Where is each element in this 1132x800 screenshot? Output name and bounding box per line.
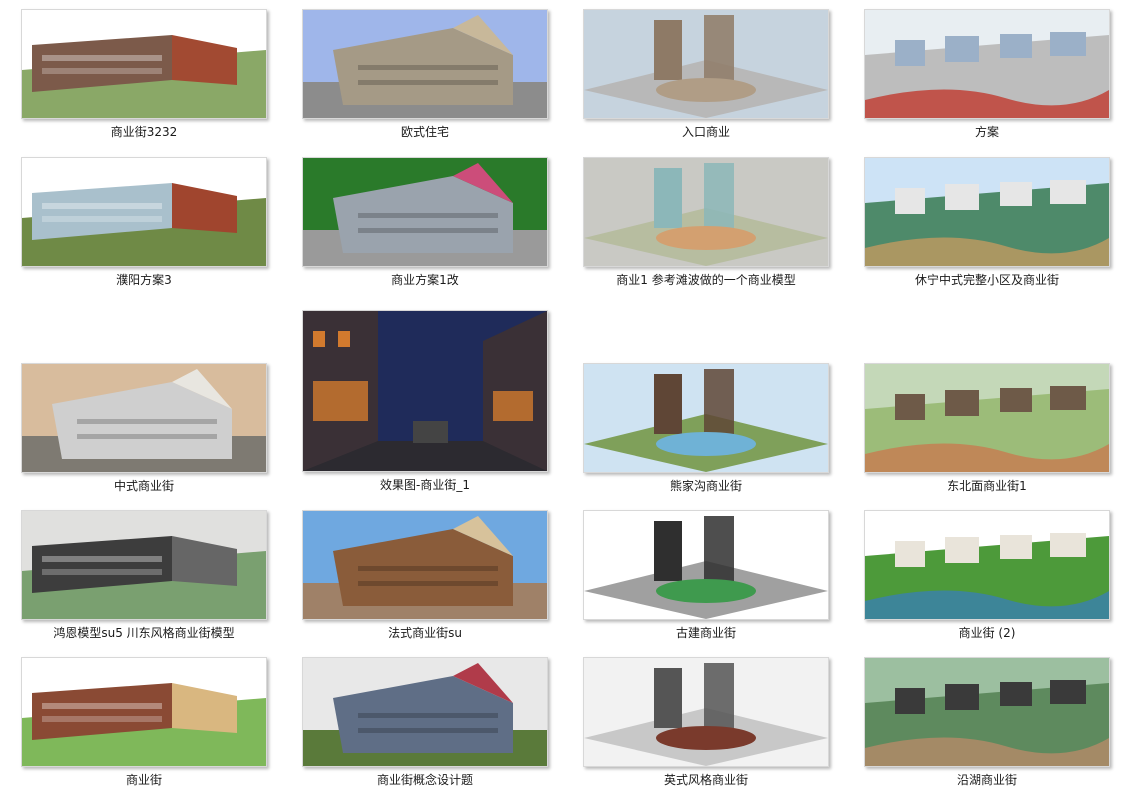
thumbnail-image — [584, 158, 828, 266]
thumbnail-label: 商业街 — [125, 773, 162, 787]
thumbnail-image — [865, 658, 1109, 766]
model-thumbnail-item[interactable]: 法式商业街su — [302, 510, 548, 640]
thumbnail-label: 古建商业街 — [675, 626, 736, 640]
thumbnail-frame[interactable] — [583, 9, 829, 119]
model-thumbnail-item[interactable]: 商业街 — [21, 657, 267, 787]
model-thumbnail-item[interactable]: 古建商业街 — [583, 510, 829, 640]
thumbnail-label: 商业1 参考滩波做的一个商业模型 — [616, 273, 796, 287]
model-thumbnail-item[interactable]: 濮阳方案3 — [21, 157, 267, 287]
model-thumbnail-item[interactable]: 休宁中式完整小区及商业街 — [864, 157, 1110, 287]
thumbnail-image — [22, 364, 266, 472]
thumbnail-image — [865, 158, 1109, 266]
thumbnail-image — [584, 364, 828, 472]
model-thumbnail-item[interactable]: 英式风格商业街 — [583, 657, 829, 787]
model-thumbnail-item[interactable]: 商业街概念设计题 — [302, 657, 548, 787]
thumbnail-label: 方案 — [974, 125, 999, 139]
model-thumbnail-item[interactable]: 入口商业 — [583, 9, 829, 139]
model-thumbnail-item[interactable]: 东北面商业街1 — [864, 363, 1110, 493]
model-thumbnail-item[interactable]: 鸿恩模型su5 川东风格商业街模型 — [21, 510, 267, 640]
thumbnail-image — [303, 158, 547, 266]
thumbnail-image — [22, 10, 266, 118]
thumbnail-image — [584, 511, 828, 619]
model-thumbnail-item[interactable]: 商业1 参考滩波做的一个商业模型 — [583, 157, 829, 287]
thumbnail-frame[interactable] — [302, 510, 548, 620]
thumbnail-label: 商业街概念设计题 — [376, 773, 473, 787]
thumbnail-frame[interactable] — [21, 510, 267, 620]
thumbnail-label: 商业街 (2) — [958, 626, 1016, 640]
thumbnail-image — [865, 364, 1109, 472]
thumbnail-image — [865, 10, 1109, 118]
model-thumbnail-item[interactable]: 方案 — [864, 9, 1110, 139]
model-thumbnail-item[interactable]: 商业街3232 — [21, 9, 267, 139]
thumbnail-frame[interactable] — [302, 9, 548, 119]
thumbnail-image — [584, 658, 828, 766]
thumbnail-frame[interactable] — [21, 157, 267, 267]
model-thumbnail-item[interactable]: 熊家沟商业街 — [583, 363, 829, 493]
thumbnail-frame[interactable] — [302, 657, 548, 767]
thumbnail-frame[interactable] — [583, 157, 829, 267]
thumbnail-label: 入口商业 — [681, 125, 730, 139]
thumbnail-frame[interactable] — [864, 157, 1110, 267]
thumbnail-frame[interactable] — [864, 363, 1110, 473]
model-thumbnail-item[interactable]: 沿湖商业街 — [864, 657, 1110, 787]
thumbnail-label: 东北面商业街1 — [947, 479, 1027, 493]
thumbnail-label: 英式风格商业街 — [663, 773, 748, 787]
thumbnail-image — [22, 158, 266, 266]
thumbnail-label: 商业方案1改 — [391, 273, 459, 287]
thumbnail-image — [22, 658, 266, 766]
thumbnail-image — [303, 10, 547, 118]
thumbnail-image — [303, 658, 547, 766]
thumbnail-frame[interactable] — [21, 657, 267, 767]
thumbnail-frame[interactable] — [864, 657, 1110, 767]
thumbnail-frame[interactable] — [864, 510, 1110, 620]
thumbnail-frame[interactable] — [583, 510, 829, 620]
model-thumbnail-item[interactable]: 中式商业街 — [21, 363, 267, 493]
thumbnail-label: 商业街3232 — [110, 125, 178, 139]
thumbnail-image — [584, 10, 828, 118]
model-thumbnail-item[interactable]: 商业方案1改 — [302, 157, 548, 287]
thumbnail-label: 鸿恩模型su5 川东风格商业街模型 — [53, 626, 235, 640]
thumbnail-frame[interactable] — [583, 657, 829, 767]
thumbnail-frame[interactable] — [21, 363, 267, 473]
thumbnail-frame[interactable] — [583, 363, 829, 473]
thumbnail-label: 中式商业街 — [113, 479, 174, 493]
model-thumbnail-item[interactable]: 效果图-商业街_1 — [302, 310, 548, 492]
thumbnail-label: 濮阳方案3 — [116, 273, 172, 287]
thumbnail-label: 休宁中式完整小区及商业街 — [914, 273, 1059, 287]
thumbnail-frame[interactable] — [302, 310, 548, 472]
thumbnail-frame[interactable] — [864, 9, 1110, 119]
thumbnail-frame[interactable] — [302, 157, 548, 267]
model-thumbnail-item[interactable]: 商业街 (2) — [864, 510, 1110, 640]
thumbnail-label: 沿湖商业街 — [956, 773, 1017, 787]
thumbnail-image — [303, 511, 547, 619]
thumbnail-label: 法式商业街su — [388, 626, 462, 640]
thumbnail-label: 欧式住宅 — [400, 125, 449, 139]
thumbnail-label: 效果图-商业街_1 — [380, 478, 470, 492]
thumbnail-image — [865, 511, 1109, 619]
thumbnail-image — [22, 511, 266, 619]
thumbnail-image — [303, 311, 547, 471]
thumbnail-frame[interactable] — [21, 9, 267, 119]
model-thumbnail-item[interactable]: 欧式住宅 — [302, 9, 548, 139]
thumbnail-label: 熊家沟商业街 — [669, 479, 742, 493]
